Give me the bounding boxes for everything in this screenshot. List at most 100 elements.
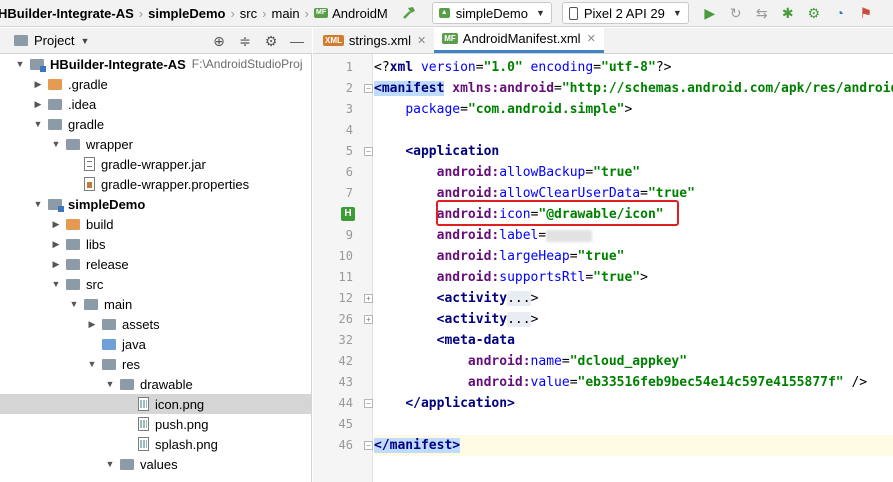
breadcrumb-module[interactable]: simpleDemo (144, 0, 229, 26)
code-line[interactable]: </application> (374, 393, 893, 414)
tree-item[interactable]: ▼ values (0, 454, 311, 474)
close-icon[interactable]: ✕ (587, 32, 596, 45)
profiler-icon[interactable]: ◔ (829, 2, 851, 24)
chevron-down-icon[interactable]: ▼ (32, 119, 44, 129)
hbuilder-icon[interactable]: H (341, 207, 355, 221)
tree-item[interactable]: ▶ libs (0, 234, 311, 254)
tree-item-label: gradle-wrapper.properties (101, 176, 250, 192)
fold-marker-icon[interactable]: − (364, 399, 373, 408)
code-line[interactable]: android:allowBackup="true" (374, 162, 893, 183)
code-line[interactable]: package="com.android.simple"> (374, 99, 893, 120)
tree-item[interactable]: ▼ drawable (0, 374, 311, 394)
device-select[interactable]: Pixel 2 API 29 ▼ (561, 2, 689, 24)
project-view-selector[interactable]: Project (34, 33, 74, 48)
apply-code-changes-icon[interactable]: ⇆ (751, 2, 773, 24)
chevron-right-icon[interactable]: ▶ (32, 79, 44, 90)
folder-icon (102, 358, 116, 370)
code-line[interactable]: <?xml version="1.0" encoding="utf-8"?> (374, 57, 893, 78)
chevron-down-icon[interactable]: ▼ (104, 379, 116, 389)
tree-item[interactable]: ▶ .idea (0, 94, 311, 114)
tab-strings-xml[interactable]: XML strings.xml ✕ (315, 27, 434, 53)
run-configuration-select[interactable]: ▲ simpleDemo ▼ (431, 2, 552, 24)
fold-marker-icon[interactable]: − (364, 441, 373, 450)
fold-marker-icon[interactable]: − (364, 84, 373, 93)
hide-icon[interactable]: — (286, 30, 308, 52)
fold-marker-icon[interactable]: + (364, 294, 373, 303)
code-token: "true" (577, 249, 625, 264)
hammer-icon[interactable] (398, 2, 420, 24)
code-line[interactable]: <application (374, 141, 893, 162)
chevron-right-icon[interactable]: ▶ (32, 99, 44, 110)
settings-icon[interactable]: ⚙ (260, 30, 282, 52)
chevron-right-icon[interactable]: ▶ (50, 259, 62, 270)
code-line[interactable]: </manifest> (374, 435, 893, 456)
code-line[interactable] (374, 120, 893, 141)
tree-item[interactable]: ▼ HBuilder-Integrate-AS F:\AndroidStudioPr… (0, 54, 311, 74)
chevron-down-icon: ▼ (535, 8, 545, 18)
tree-item[interactable]: ▶ release (0, 254, 311, 274)
code-line[interactable]: <meta-data (374, 330, 893, 351)
breadcrumb-main[interactable]: main (267, 0, 303, 26)
code-line[interactable]: android:largeHeap="true" (374, 246, 893, 267)
tree-item[interactable]: ▶java (0, 334, 311, 354)
code-token[interactable]: ... (507, 291, 531, 306)
tree-item[interactable]: ▶push.png (0, 414, 311, 434)
chevron-down-icon[interactable]: ▼ (68, 299, 80, 309)
chevron-down-icon[interactable]: ▼ (32, 199, 44, 209)
editor-tabs: XML strings.xml ✕ MF AndroidManifest.xml… (313, 27, 893, 54)
code-line[interactable]: android:value="eb33516feb9bec54e14c597e4… (374, 372, 893, 393)
apply-changes-icon[interactable]: ↻ (725, 2, 747, 24)
attach-debugger-icon[interactable]: ⚙ (803, 2, 825, 24)
code-line[interactable]: <activity...> (374, 309, 893, 330)
code-editor[interactable]: <?xml version="1.0" encoding="utf-8"?> <m… (374, 54, 893, 482)
code-line[interactable]: android:name="dcloud_appkey" (374, 351, 893, 372)
code-line[interactable] (374, 414, 893, 435)
debug-icon[interactable]: ✱ (777, 2, 799, 24)
code-line[interactable]: android:supportsRtl="true"> (374, 267, 893, 288)
tree-item[interactable]: ▼ simpleDemo (0, 194, 311, 214)
tree-item-label: push.png (155, 416, 209, 432)
code-token[interactable]: ... (507, 312, 531, 327)
tree-item[interactable]: ▶gradle-wrapper.jar (0, 154, 311, 174)
stop-icon[interactable]: ⚑ (855, 2, 877, 24)
tree-item[interactable]: ▶icon.png (0, 394, 311, 414)
tab-android-manifest[interactable]: MF AndroidManifest.xml ✕ (434, 27, 604, 53)
line-number: 4 (345, 123, 353, 137)
tree-item[interactable]: ▶ .gradle (0, 74, 311, 94)
tree-item[interactable]: ▼ main (0, 294, 311, 314)
tree-item[interactable]: ▶ assets (0, 314, 311, 334)
tree-item[interactable]: ▼ gradle (0, 114, 311, 134)
collapse-all-icon[interactable]: ≑ (234, 30, 256, 52)
folder-icon (66, 238, 80, 250)
breadcrumb-project[interactable]: HBuilder-Integrate-AS (0, 0, 138, 26)
tree-item[interactable]: ▶splash.png (0, 434, 311, 454)
tree-item[interactable]: ▶gradle-wrapper.properties (0, 174, 311, 194)
code-line[interactable]: <activity...> (374, 288, 893, 309)
chevron-down-icon[interactable]: ▼ (104, 459, 116, 469)
run-icon[interactable]: ▶ (699, 2, 721, 24)
code-line[interactable]: android:label= (374, 225, 893, 246)
editor-gutter[interactable]: 12−345−6789101112+26+32424344−4546−H (313, 54, 392, 482)
fold-marker-icon[interactable]: + (364, 315, 373, 324)
code-line[interactable]: <manifest xmlns:android="http://schemas.… (374, 78, 893, 99)
chevron-down-icon[interactable]: ▼ (86, 359, 98, 369)
chevron-down-icon[interactable]: ▼ (50, 139, 62, 149)
tree-item[interactable]: ▼ wrapper (0, 134, 311, 154)
fold-marker-icon[interactable]: − (364, 147, 373, 156)
chevron-down-icon[interactable]: ▼ (80, 36, 89, 46)
breadcrumb-src[interactable]: src (236, 0, 261, 26)
chevron-right-icon[interactable]: ▶ (50, 219, 62, 230)
close-icon[interactable]: ✕ (417, 34, 426, 47)
tree-item[interactable]: ▶ build (0, 214, 311, 234)
image-file-icon (138, 397, 149, 411)
chevron-right-icon[interactable]: ▶ (86, 319, 98, 330)
tree-item[interactable]: ▼ src (0, 274, 311, 294)
chevron-down-icon[interactable]: ▼ (14, 59, 26, 69)
breadcrumb-file[interactable]: MF AndroidM (310, 0, 392, 26)
line-number: 2 (345, 81, 353, 95)
project-tree: ▼ HBuilder-Integrate-AS F:\AndroidStudioPr… (0, 54, 312, 482)
tree-item[interactable]: ▼ res (0, 354, 311, 374)
chevron-down-icon[interactable]: ▼ (50, 279, 62, 289)
chevron-right-icon[interactable]: ▶ (50, 239, 62, 250)
locate-icon[interactable]: ⊕ (208, 30, 230, 52)
